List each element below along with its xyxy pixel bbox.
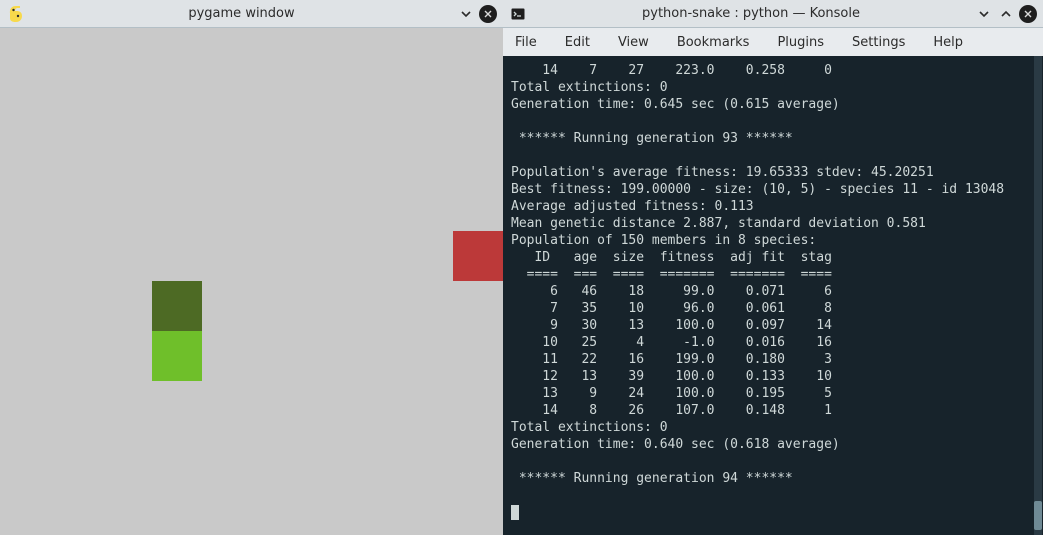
konsole-title: python-snake : python — Konsole bbox=[531, 6, 971, 21]
scrollbar[interactable] bbox=[1034, 56, 1042, 535]
menu-view[interactable]: View bbox=[618, 35, 649, 50]
chevron-up-icon[interactable] bbox=[997, 5, 1015, 23]
menu-help[interactable]: Help bbox=[933, 35, 963, 50]
game-cell-1 bbox=[152, 331, 202, 381]
game-cell-0 bbox=[152, 281, 202, 331]
terminal-icon bbox=[509, 5, 527, 23]
konsole-titlebar[interactable]: python-snake : python — Konsole bbox=[503, 0, 1043, 28]
menu-bookmarks[interactable]: Bookmarks bbox=[677, 35, 750, 50]
pygame-canvas bbox=[0, 28, 503, 535]
chevron-down-icon[interactable] bbox=[457, 5, 475, 23]
terminal-area[interactable]: 14 7 27 223.0 0.258 0 Total extinctions:… bbox=[503, 56, 1043, 535]
menu-file[interactable]: File bbox=[515, 35, 537, 50]
terminal-output: 14 7 27 223.0 0.258 0 Total extinctions:… bbox=[503, 56, 1043, 535]
close-icon[interactable] bbox=[479, 5, 497, 23]
game-cell-2 bbox=[453, 231, 503, 281]
pygame-titlebar[interactable]: pygame window bbox=[0, 0, 503, 28]
menu-settings[interactable]: Settings bbox=[852, 35, 905, 50]
menu-edit[interactable]: Edit bbox=[565, 35, 590, 50]
scrollbar-thumb[interactable] bbox=[1034, 501, 1042, 530]
pygame-logo-icon bbox=[6, 4, 26, 24]
terminal-cursor bbox=[511, 505, 519, 520]
menu-plugins[interactable]: Plugins bbox=[777, 35, 824, 50]
close-icon[interactable] bbox=[1019, 5, 1037, 23]
konsole-menubar[interactable]: File Edit View Bookmarks Plugins Settings Help bbox=[503, 28, 1043, 56]
pygame-window: pygame window bbox=[0, 0, 503, 535]
chevron-down-icon[interactable] bbox=[975, 5, 993, 23]
konsole-window: python-snake : python — Konsole File Edit… bbox=[503, 0, 1043, 535]
pygame-title: pygame window bbox=[30, 6, 453, 21]
